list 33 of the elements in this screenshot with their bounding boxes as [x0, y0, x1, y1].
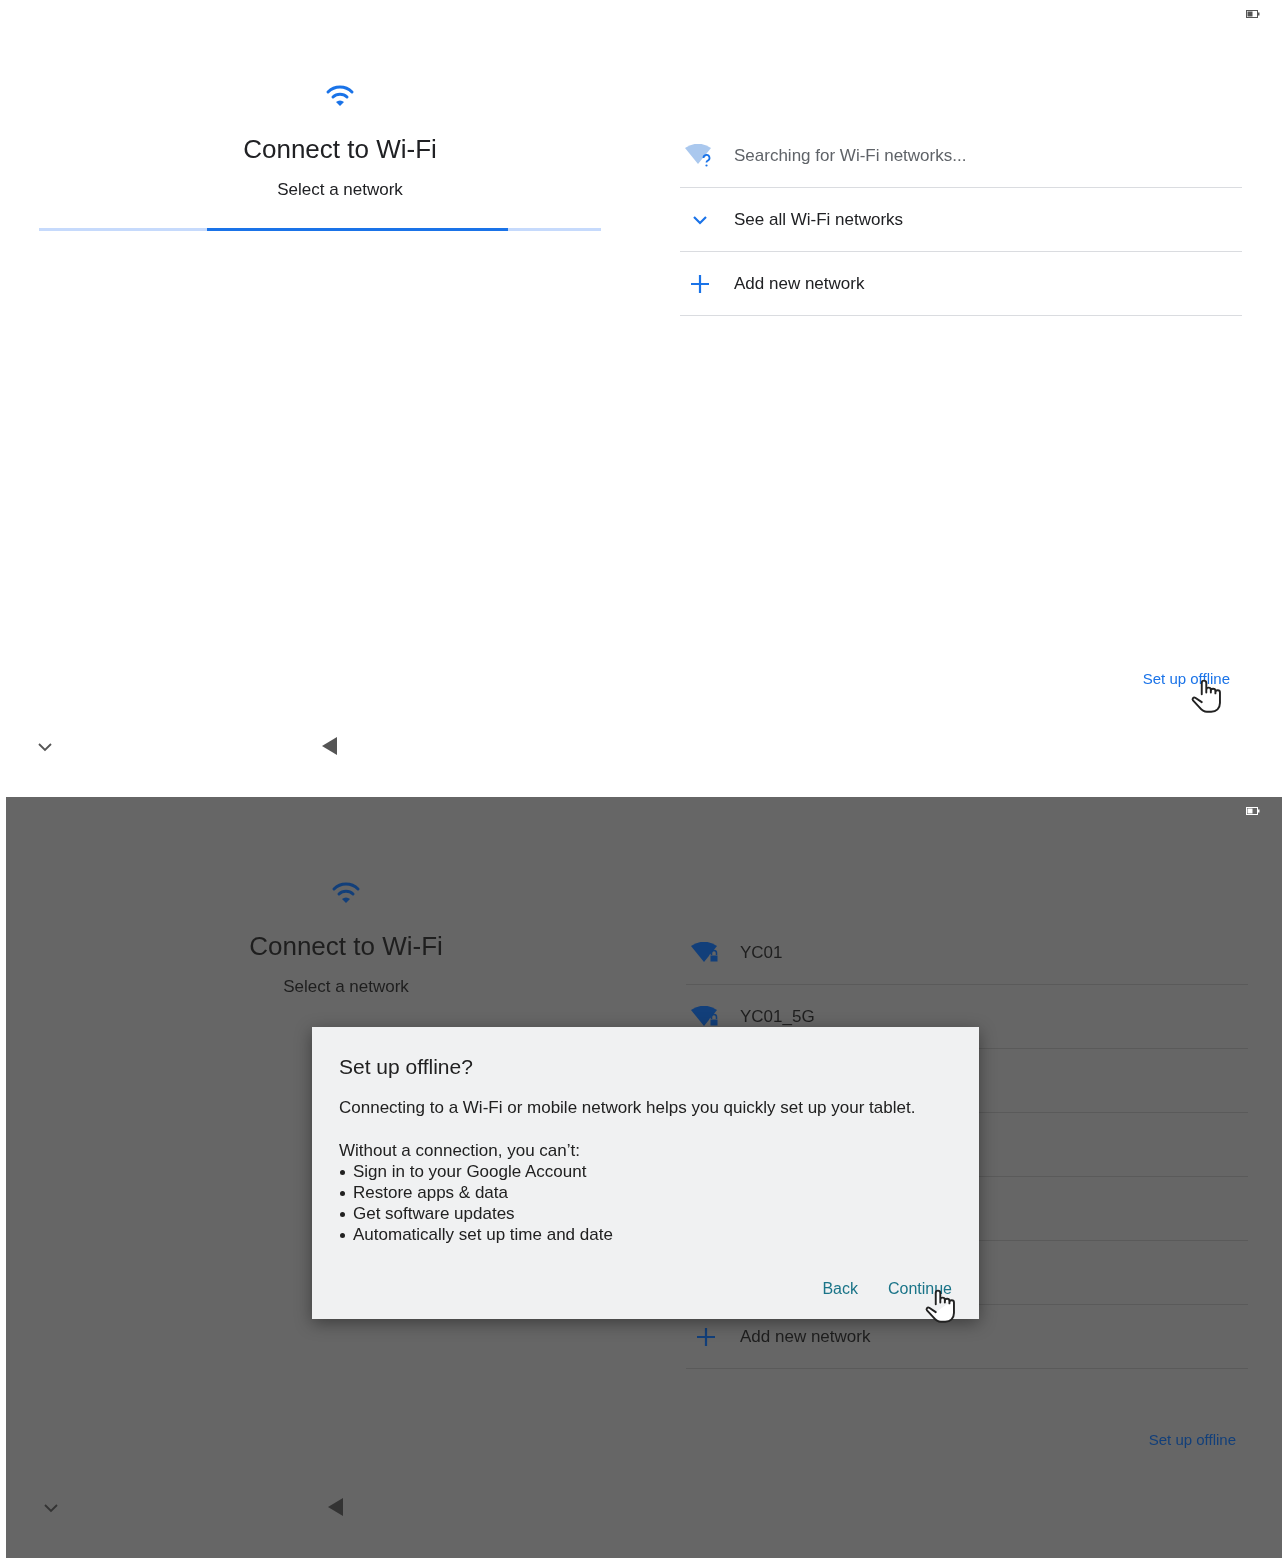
- dialog-title: Set up offline?: [339, 1054, 474, 1080]
- wifi-lock-icon: [691, 1005, 721, 1028]
- page-title: Connect to Wi-Fi: [249, 930, 443, 963]
- dialog-list-item: Sign in to your Google Account: [353, 1161, 587, 1182]
- bullet-icon: [340, 1170, 345, 1175]
- battery-icon: [1246, 807, 1260, 815]
- plus-icon: [690, 273, 710, 294]
- wifi-icon: [331, 881, 361, 905]
- bullet-icon: [340, 1212, 345, 1217]
- dialog-button[interactable]: Continue: [887, 1277, 952, 1301]
- dialog-list-item: Automatically set up time and date: [353, 1224, 613, 1245]
- dialog-button[interactable]: Back: [822, 1277, 858, 1301]
- page-subtitle: Select a network: [283, 976, 409, 998]
- plus-icon: [696, 1326, 716, 1347]
- wifi-icon: [325, 84, 355, 108]
- network-list-item[interactable]: YC01: [686, 921, 1248, 985]
- battery-icon: [1246, 10, 1260, 18]
- chevron-down-icon[interactable]: [38, 743, 52, 752]
- dialog-list-item: Get software updates: [353, 1203, 515, 1224]
- bullet-icon: [340, 1233, 345, 1238]
- set-up-offline-link[interactable]: Set up offline: [1142, 670, 1230, 687]
- bullet-icon: [340, 1191, 345, 1196]
- network-list-item[interactable]: Add new network: [680, 252, 1242, 316]
- dialog-list-item: Restore apps & data: [353, 1182, 508, 1203]
- dialog-list-intro: Without a connection, you can’t:: [339, 1140, 581, 1161]
- chevron-down-icon: [692, 214, 708, 225]
- dialog-message: Connecting to a Wi-Fi or mobile network helps you quickly set up your tablet.: [339, 1096, 917, 1119]
- network-list-item[interactable]: See all Wi-Fi networks: [680, 188, 1242, 252]
- page-subtitle: Select a network: [277, 179, 403, 201]
- network-list-item[interactable]: Searching for Wi-Fi networks...: [680, 124, 1242, 188]
- back-icon[interactable]: [322, 737, 338, 755]
- wifi-lock-icon: [691, 941, 721, 964]
- page-title: Connect to Wi-Fi: [243, 133, 437, 166]
